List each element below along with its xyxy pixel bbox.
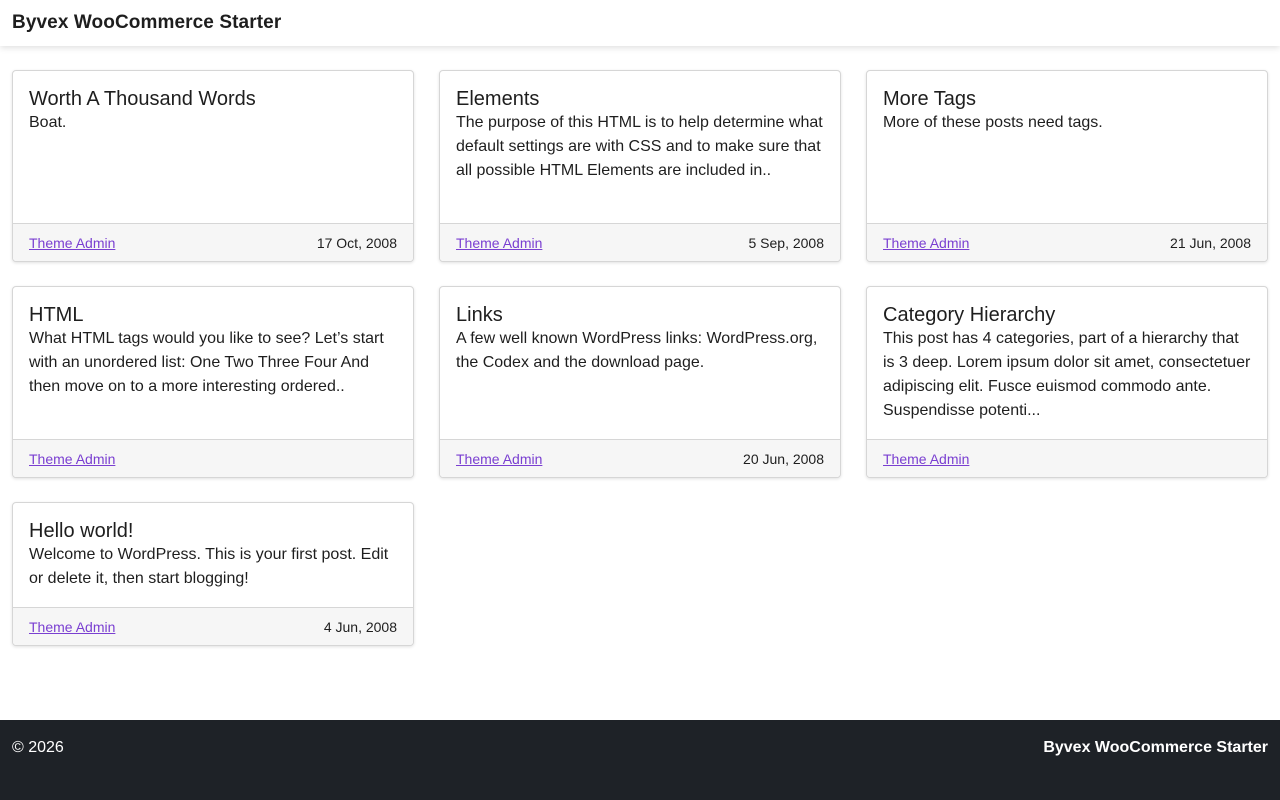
site-header: Byvex WooCommerce Starter (0, 0, 1280, 46)
post-title[interactable]: Hello world! (29, 519, 397, 543)
post-excerpt: The purpose of this HTML is to help dete… (456, 114, 823, 179)
card-body: Links A few well known WordPress links: … (440, 287, 840, 439)
site-footer: © 2026 Byvex WooCommerce Starter (0, 720, 1280, 800)
site-title-link[interactable]: Byvex WooCommerce Starter (12, 12, 281, 34)
author-link[interactable]: Theme Admin (456, 451, 542, 467)
post-title[interactable]: Worth A Thousand Words (29, 87, 397, 111)
post-excerpt: This post has 4 categories, part of a hi… (883, 330, 1251, 419)
card-footer: Theme Admin 5 Sep, 2008 (440, 223, 840, 261)
card-footer: Theme Admin 21 Jun, 2008 (867, 223, 1267, 261)
post-grid-section: Worth A Thousand Words Boat. Theme Admin… (0, 46, 1280, 720)
author-link[interactable]: Theme Admin (29, 619, 115, 635)
post-title[interactable]: More Tags (883, 87, 1251, 111)
post-date: 4 Jun, 2008 (323, 618, 397, 635)
post-title[interactable]: Category Hierarchy (883, 303, 1251, 327)
post-title[interactable]: HTML (29, 303, 397, 327)
card-body: Elements The purpose of this HTML is to … (440, 71, 840, 223)
card-footer: Theme Admin (867, 439, 1267, 477)
post-date: 17 Oct, 2008 (316, 234, 397, 251)
post-excerpt: Welcome to WordPress. This is your first… (29, 546, 389, 587)
card-footer: Theme Admin 4 Jun, 2008 (13, 607, 413, 645)
author-link[interactable]: Theme Admin (29, 235, 115, 251)
author-link[interactable]: Theme Admin (456, 235, 542, 251)
post-card: Worth A Thousand Words Boat. Theme Admin… (12, 70, 414, 262)
post-card: HTML What HTML tags would you like to se… (12, 286, 414, 478)
card-body: Category Hierarchy This post has 4 categ… (867, 287, 1267, 439)
author-link[interactable]: Theme Admin (883, 451, 969, 467)
post-date: 20 Jun, 2008 (743, 450, 824, 467)
post-excerpt: What HTML tags would you like to see? Le… (29, 330, 384, 395)
post-card: Hello world! Welcome to WordPress. This … (12, 502, 414, 646)
author-link[interactable]: Theme Admin (883, 235, 969, 251)
post-excerpt: A few well known WordPress links: WordPr… (456, 330, 818, 371)
post-title[interactable]: Elements (456, 87, 824, 111)
copyright-text: © 2026 (12, 739, 64, 756)
post-excerpt: Boat. (29, 114, 67, 131)
card-body: More Tags More of these posts need tags. (867, 71, 1267, 223)
post-card: Elements The purpose of this HTML is to … (439, 70, 841, 262)
post-date: 21 Jun, 2008 (1170, 234, 1251, 251)
post-card: Category Hierarchy This post has 4 categ… (866, 286, 1268, 478)
card-footer: Theme Admin 17 Oct, 2008 (13, 223, 413, 261)
card-footer: Theme Admin (13, 439, 413, 477)
author-link[interactable]: Theme Admin (29, 451, 115, 467)
post-excerpt: More of these posts need tags. (883, 114, 1103, 131)
card-footer: Theme Admin 20 Jun, 2008 (440, 439, 840, 477)
card-body: Hello world! Welcome to WordPress. This … (13, 503, 413, 607)
footer-brand: Byvex WooCommerce Starter (1043, 739, 1268, 756)
post-card: More Tags More of these posts need tags.… (866, 70, 1268, 262)
post-grid: Worth A Thousand Words Boat. Theme Admin… (12, 70, 1268, 646)
card-body: Worth A Thousand Words Boat. (13, 71, 413, 223)
card-body: HTML What HTML tags would you like to se… (13, 287, 413, 439)
post-card: Links A few well known WordPress links: … (439, 286, 841, 478)
post-title[interactable]: Links (456, 303, 824, 327)
post-date: 5 Sep, 2008 (748, 234, 824, 251)
